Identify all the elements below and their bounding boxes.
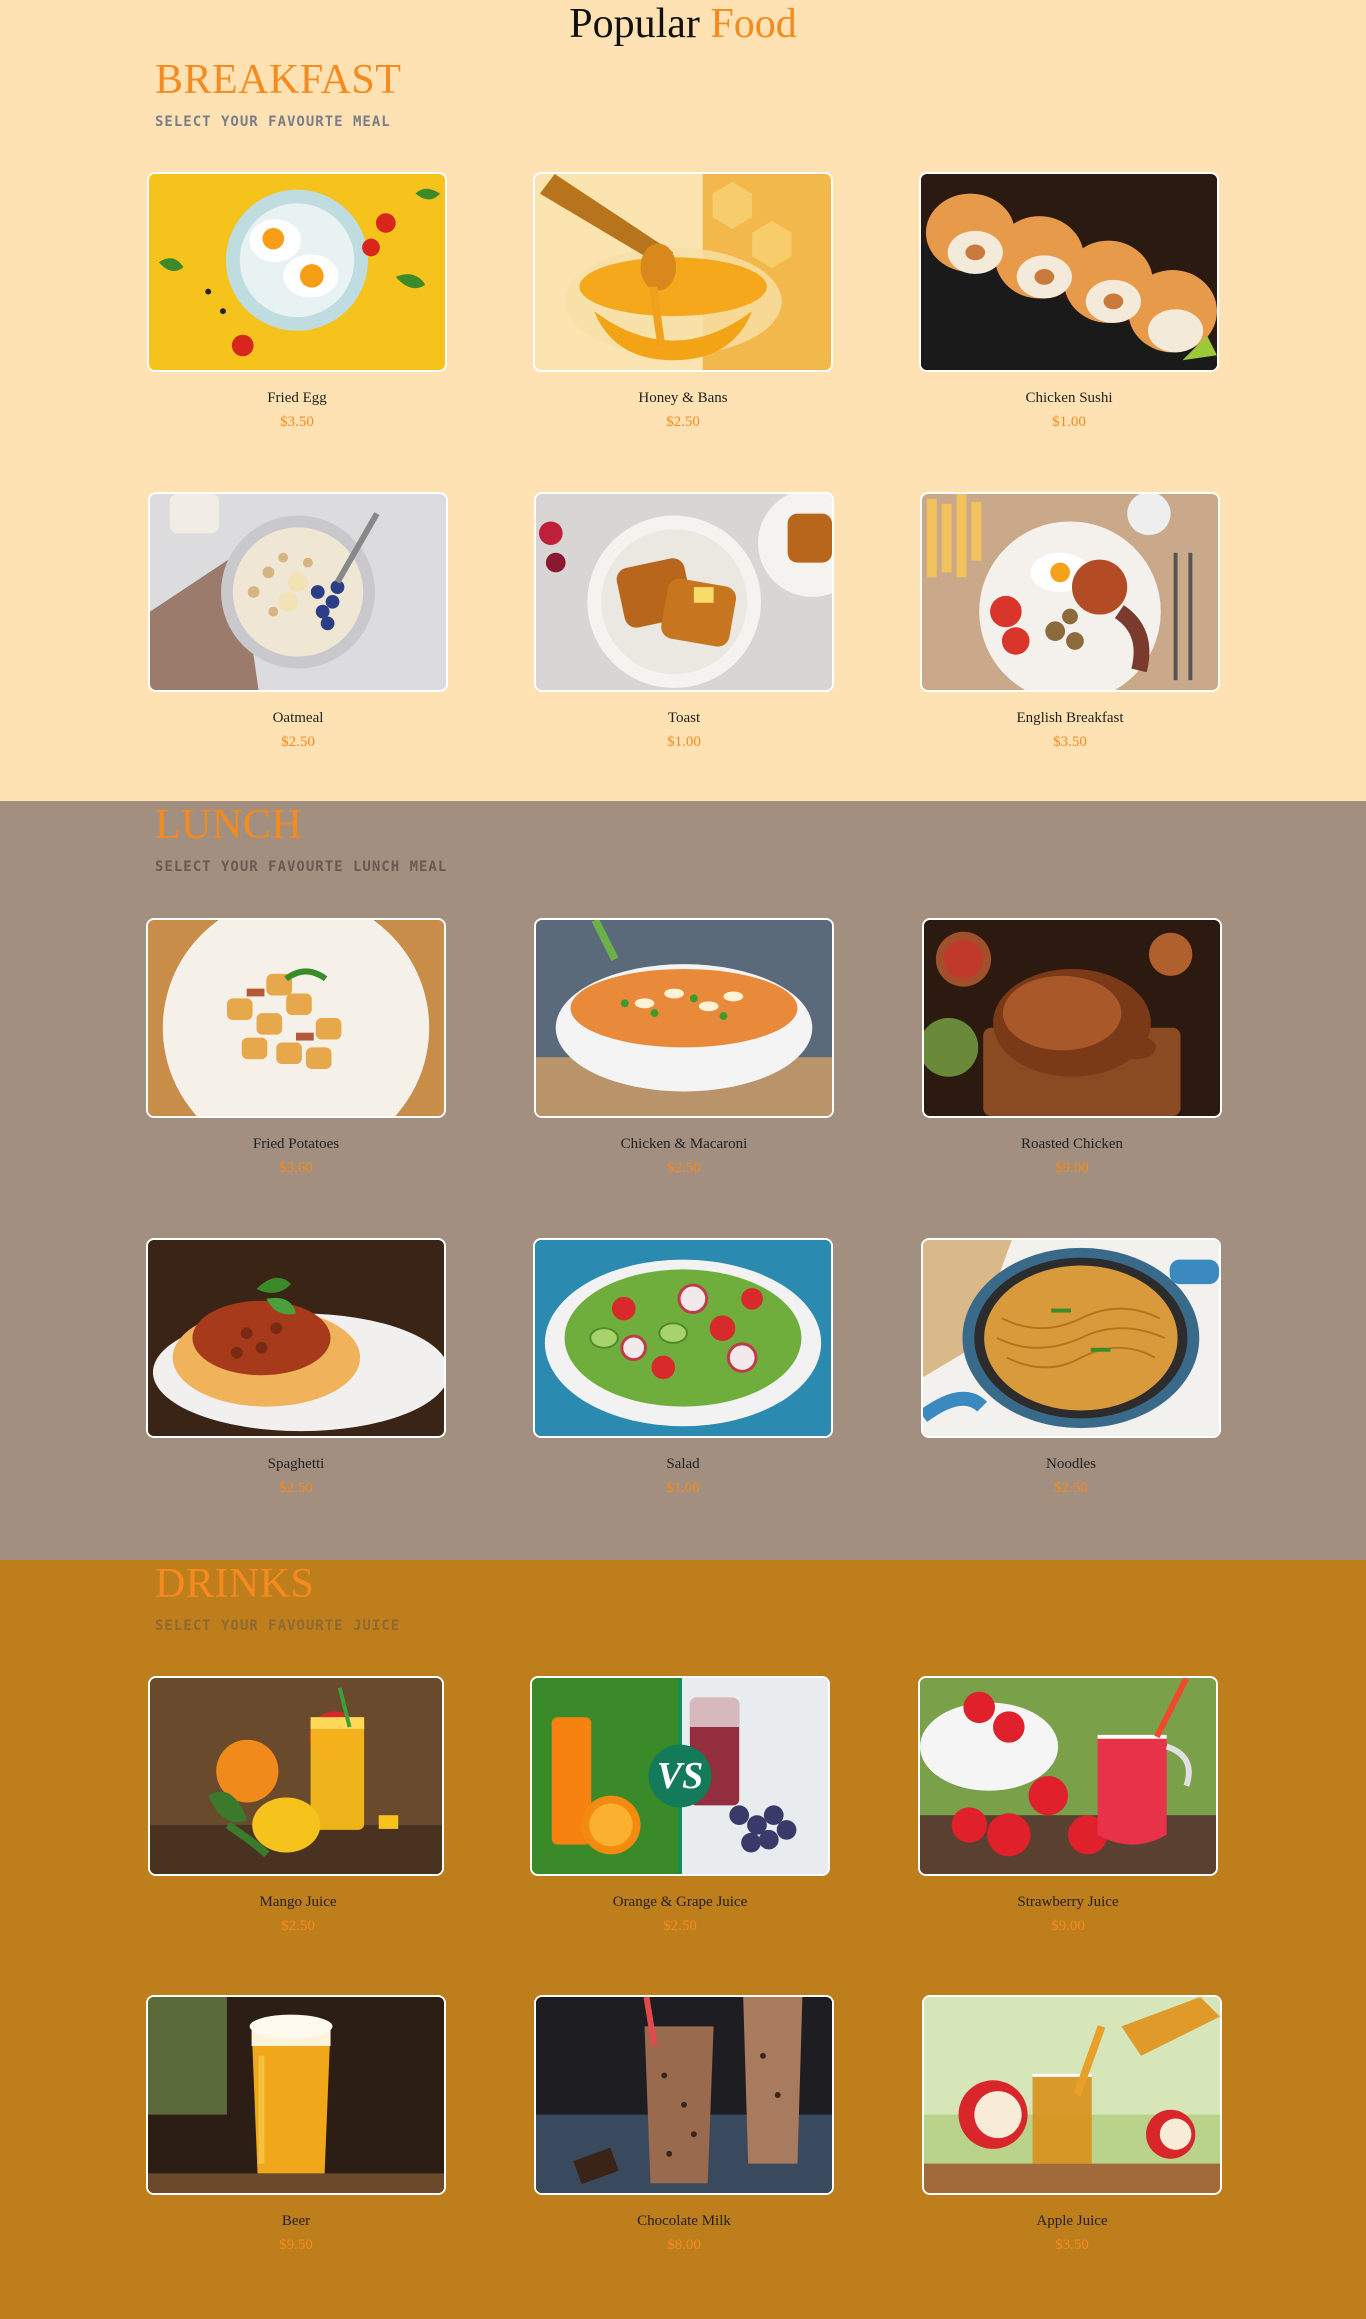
item-price: $2.50 (281, 734, 315, 750)
item-price: $2.50 (667, 1160, 701, 1176)
lunch-section: LUNCH SELECT YOUR FAVOURTE LUNCH MEAL Fr… (0, 801, 1366, 1560)
page-title: Popular Food (0, 0, 1366, 50)
item-price: $2.50 (1054, 1480, 1088, 1496)
item-price: $9.00 (1055, 1160, 1089, 1176)
item-name: Salad (666, 1456, 700, 1472)
item-price: $3.60 (279, 1160, 313, 1176)
item-price: $2.50 (663, 1918, 697, 1934)
item-name: Orange & Grape Juice (612, 1894, 748, 1910)
section-subtitle: SELECT YOUR FAVOURTE LUNCH MEAL (155, 859, 448, 875)
mango-juice-photo (148, 1676, 444, 1876)
oatmeal-photo (148, 492, 448, 692)
section-title: BREAKFAST (155, 57, 402, 103)
item-name: Fried Potatoes (252, 1136, 340, 1152)
item-name: Mango Juice (259, 1894, 337, 1910)
roasted-chicken-photo (922, 918, 1222, 1118)
vs-badge: VS (656, 1755, 704, 1797)
fried-potatoes-photo (146, 918, 446, 1118)
honey-photo (533, 172, 833, 372)
item-name: Honey & Bans (638, 390, 728, 406)
sushi-photo (919, 172, 1219, 372)
item-price: $8.00 (667, 2237, 701, 2253)
page-title-main: Popular (569, 1, 700, 47)
chocolate-milk-photo (534, 1995, 834, 2195)
item-name: Beer (281, 2213, 311, 2229)
item-price: $3.50 (1055, 2237, 1089, 2253)
item-name: Oatmeal (272, 710, 324, 726)
item-name: Chicken & Macaroni (620, 1136, 748, 1152)
salad-photo (533, 1238, 833, 1438)
breakfast-section: BREAKFAST SELECT YOUR FAVOURTE MEAL Frie… (0, 50, 1366, 801)
item-price: $1.00 (666, 1480, 700, 1496)
item-name: Noodles (1046, 1456, 1096, 1472)
section-subtitle: SELECT YOUR FAVOURTE JUICE (155, 1618, 401, 1634)
item-name: Toast (667, 710, 701, 726)
section-title: LUNCH (155, 802, 303, 848)
spaghetti-photo (146, 1238, 446, 1438)
english-breakfast-photo (920, 492, 1220, 692)
section-title: DRINKS (155, 1561, 315, 1607)
beer-photo (146, 1995, 446, 2195)
page-title-accent: Food (710, 1, 797, 47)
orange-grape-juice-photo: VS (530, 1676, 830, 1876)
item-price: $3.50 (1053, 734, 1087, 750)
item-name: Fried Egg (267, 390, 327, 406)
item-price: $2.50 (666, 414, 700, 430)
item-name: Roasted Chicken (1020, 1136, 1124, 1152)
item-name: Chicken Sushi (1025, 390, 1113, 406)
item-name: English Breakfast (1016, 710, 1124, 726)
item-price: $2.50 (279, 1480, 313, 1496)
drinks-section: DRINKS SELECT YOUR FAVOURTE JUICE Mango … (0, 1560, 1366, 2319)
noodles-photo (921, 1238, 1221, 1438)
item-price: $1.00 (667, 734, 701, 750)
item-name: Spaghetti (267, 1456, 325, 1472)
item-name: Chocolate Milk (637, 2213, 731, 2229)
item-price: $2.50 (281, 1918, 315, 1934)
macaroni-photo (534, 918, 834, 1118)
toast-photo (534, 492, 834, 692)
item-name: Apple Juice (1036, 2213, 1108, 2229)
fried-egg-photo (147, 172, 447, 372)
item-price: $9.50 (279, 2237, 313, 2253)
section-subtitle: SELECT YOUR FAVOURTE MEAL (155, 114, 391, 130)
item-price: $9.00 (1051, 1918, 1085, 1934)
item-name: Strawberry Juice (1017, 1894, 1119, 1910)
apple-juice-photo (922, 1995, 1222, 2195)
item-price: $3.50 (280, 414, 314, 430)
strawberry-juice-photo (918, 1676, 1218, 1876)
item-price: $1.00 (1052, 414, 1086, 430)
